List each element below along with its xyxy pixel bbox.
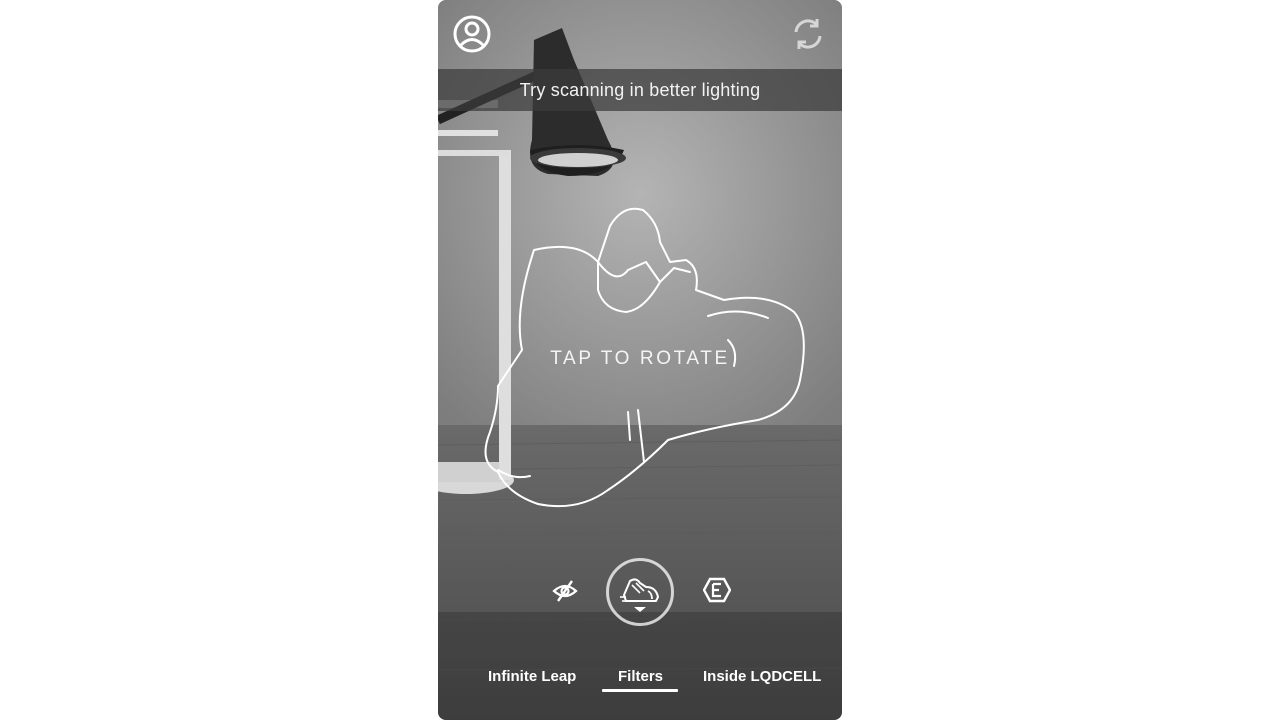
banner-text: Try scanning in better lighting: [519, 79, 761, 100]
eye-off-icon: [552, 580, 578, 602]
shoe-scan-icon: [620, 578, 660, 612]
badge-button[interactable]: [702, 575, 732, 605]
user-circle-icon: [453, 15, 491, 53]
camera-view: Try scanning in better lighting TAP TO R…: [438, 0, 842, 720]
chevron-down-icon: [634, 607, 646, 612]
lighting-warning-banner: Try scanning in better lighting: [438, 69, 842, 111]
scan-mode-button[interactable]: [606, 558, 674, 626]
active-tab-indicator: [602, 689, 678, 692]
refresh-icon: [794, 19, 822, 49]
tap-to-rotate-hint[interactable]: TAP TO ROTATE: [438, 348, 842, 370]
tab-inside-lqdcell[interactable]: Inside LQDCELL: [703, 662, 821, 692]
visibility-toggle-button[interactable]: [550, 576, 580, 606]
hexagon-e-icon: [703, 577, 731, 603]
mode-tabs: Infinite Leap Filters Inside LQDCELL: [438, 662, 842, 702]
refresh-button[interactable]: [788, 14, 828, 54]
tab-filters[interactable]: Filters: [618, 662, 663, 692]
tab-infinite-leap[interactable]: Infinite Leap: [488, 662, 576, 692]
profile-button[interactable]: [452, 14, 492, 54]
